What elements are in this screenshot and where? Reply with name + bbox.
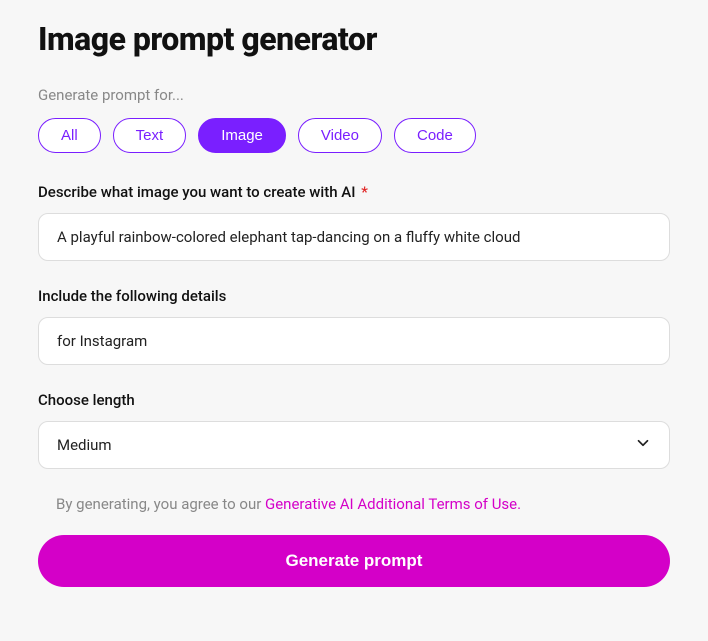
tab-text[interactable]: Text bbox=[113, 118, 187, 153]
type-tabs: All Text Image Video Code bbox=[38, 118, 670, 153]
describe-field-block: Describe what image you want to create w… bbox=[38, 183, 670, 261]
tab-all[interactable]: All bbox=[38, 118, 101, 153]
length-selected-value: Medium bbox=[38, 421, 670, 469]
generate-for-label: Generate prompt for... bbox=[38, 86, 670, 104]
length-field-block: Choose length Medium bbox=[38, 391, 670, 469]
length-select[interactable]: Medium bbox=[38, 421, 670, 469]
details-label: Include the following details bbox=[38, 287, 670, 305]
describe-input[interactable] bbox=[38, 213, 670, 261]
tab-code[interactable]: Code bbox=[394, 118, 476, 153]
terms-link[interactable]: Generative AI Additional Terms of Use. bbox=[265, 495, 521, 513]
tab-image[interactable]: Image bbox=[198, 118, 286, 153]
describe-label: Describe what image you want to create w… bbox=[38, 183, 670, 201]
describe-label-text: Describe what image you want to create w… bbox=[38, 183, 355, 201]
generate-button[interactable]: Generate prompt bbox=[38, 535, 670, 587]
terms-text: By generating, you agree to our Generati… bbox=[56, 495, 670, 513]
details-input[interactable] bbox=[38, 317, 670, 365]
tab-video[interactable]: Video bbox=[298, 118, 382, 153]
length-label: Choose length bbox=[38, 391, 670, 409]
terms-prefix: By generating, you agree to our bbox=[56, 495, 265, 513]
details-field-block: Include the following details bbox=[38, 287, 670, 365]
required-mark: * bbox=[361, 183, 368, 201]
page-title: Image prompt generator bbox=[38, 20, 670, 58]
